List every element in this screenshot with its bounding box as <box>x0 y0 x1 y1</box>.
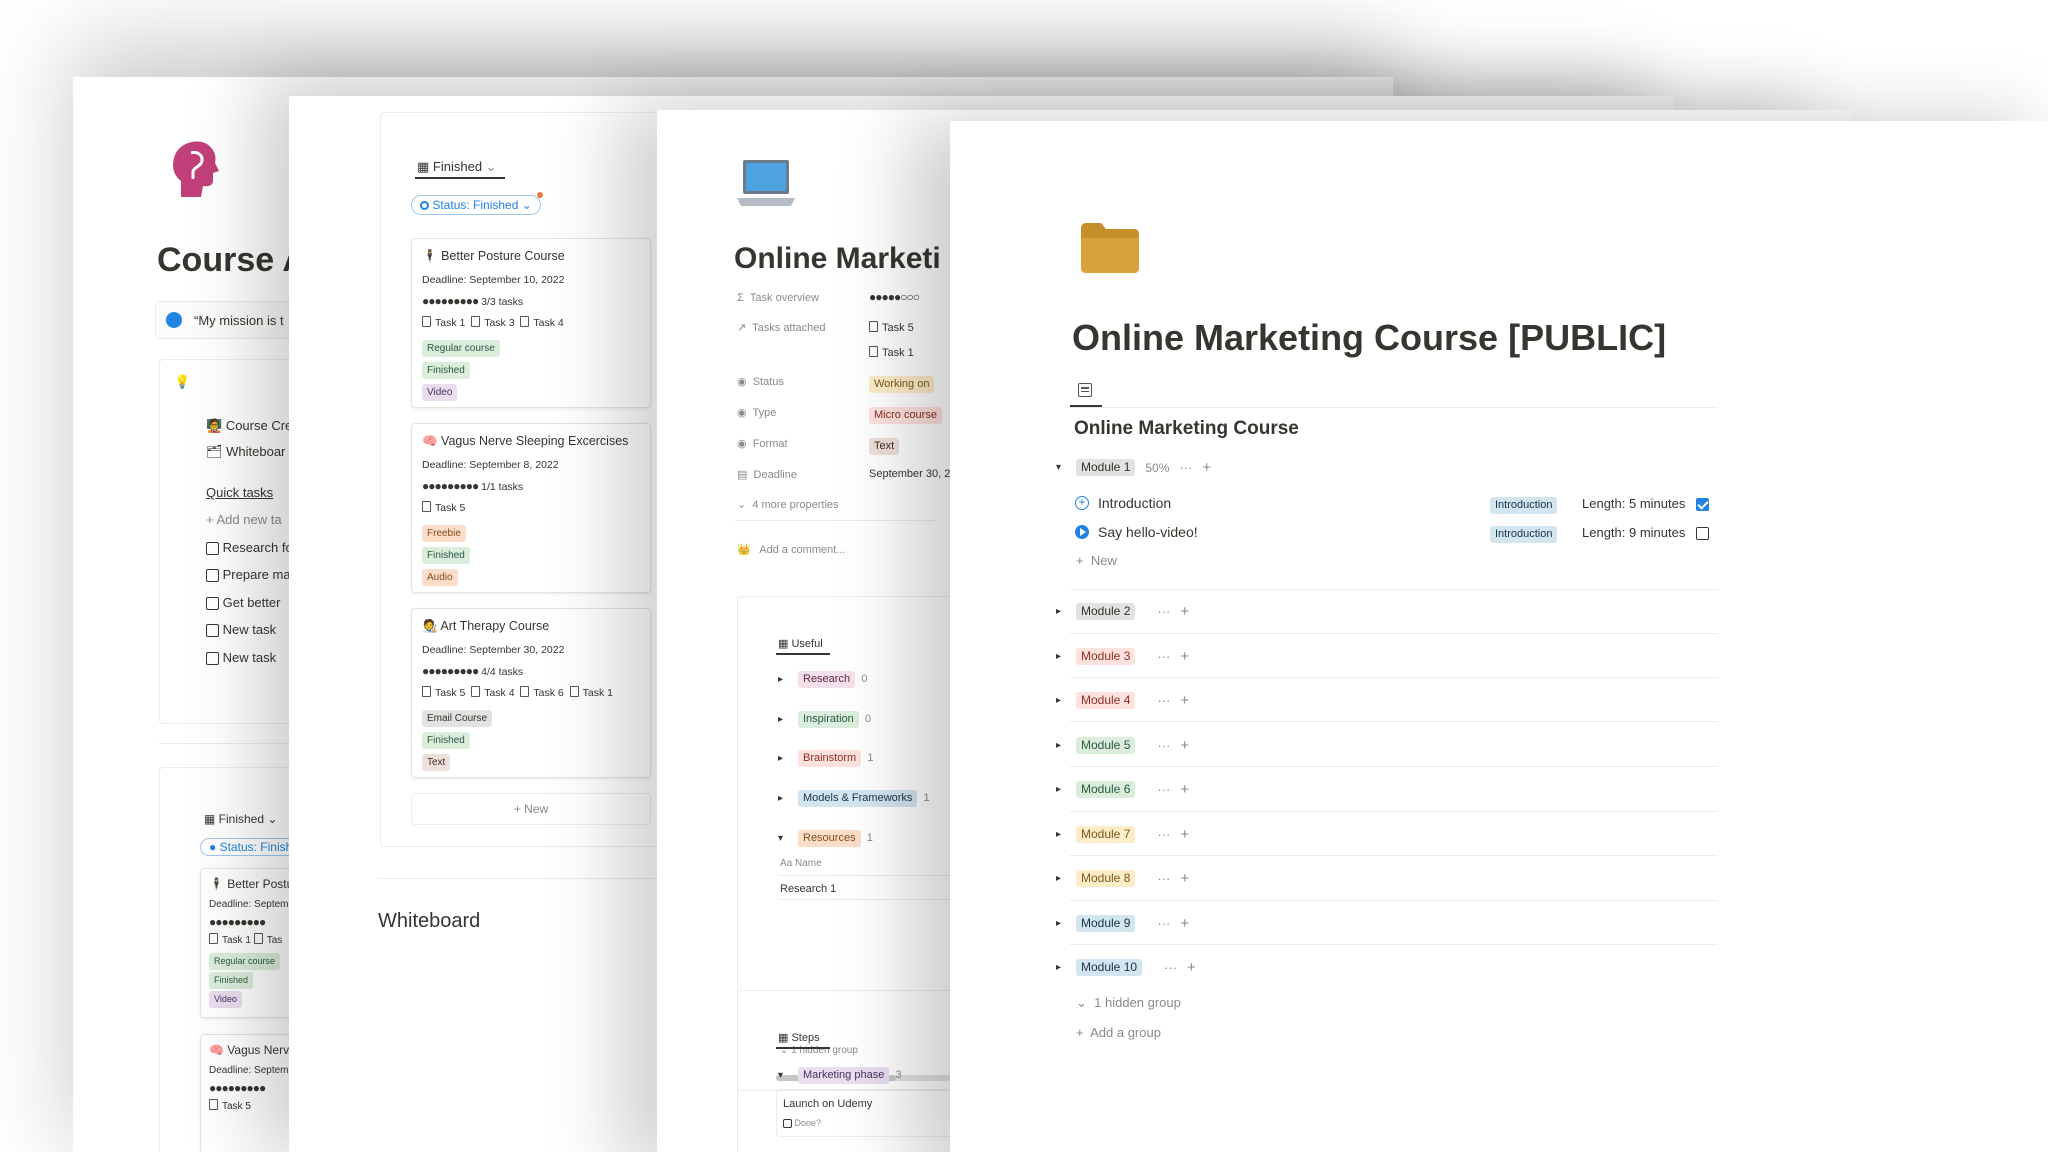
prop-task-overview: Σ Task overview <box>737 292 819 304</box>
module-group-3[interactable]: ▸ Module 3 ··· + <box>1056 646 1189 666</box>
link-course-creation[interactable]: 🧑‍🏫 Course Cre <box>206 418 292 434</box>
prop-format: ◉ Format <box>737 438 788 450</box>
lesson-done-checkbox[interactable] <box>1696 525 1709 543</box>
task-item[interactable]: Prepare ma <box>206 567 291 583</box>
prop-tasks-attached: ↗ Tasks attached <box>737 322 826 334</box>
tab-steps[interactable]: ▦ Steps <box>778 1031 820 1044</box>
board-card[interactable]: 🧠 Vagus Nerve Sleeping Excercises Deadli… <box>411 423 651 593</box>
lesson-row[interactable]: + Introduction <box>1075 495 1171 511</box>
task-item[interactable]: New task <box>206 650 276 666</box>
module-group-5[interactable]: ▸ Module 5 ··· + <box>1056 735 1189 755</box>
quick-tasks-heading: Quick tasks <box>206 485 274 500</box>
comment-input[interactable]: 👑 Add a comment... <box>737 543 845 556</box>
task-item[interactable]: Research fo <box>206 540 293 556</box>
database-title: Online Marketing Course <box>1074 418 1299 439</box>
board-view-tab[interactable]: ▦ Finished ⌄ <box>204 812 277 826</box>
module-group-8[interactable]: ▸ Module 8 ··· + <box>1056 868 1189 888</box>
laptop-icon <box>737 160 795 206</box>
module-group-10[interactable]: ▸ Module 10 ··· + <box>1056 957 1196 977</box>
table-view-icon[interactable] <box>1078 383 1092 397</box>
page-title: Course A <box>157 241 307 279</box>
module-group-7[interactable]: ▸ Module 7 ··· + <box>1056 824 1189 844</box>
board-view-tab[interactable]: ▦ Finished ⌄ <box>417 159 497 175</box>
prop-type: ◉ Type <box>737 407 777 419</box>
more-properties[interactable]: ⌄ 4 more properties <box>737 498 839 511</box>
board-card[interactable]: 🧑‍🎨 Art Therapy Course Deadline: Septemb… <box>411 608 651 778</box>
folder-icon <box>1081 223 1139 273</box>
group-marketing-phase[interactable]: ▾ Marketing phase 3 <box>778 1067 902 1084</box>
step-card[interactable]: Launch on Udemy Done? <box>776 1089 976 1137</box>
lesson-done-checkbox[interactable] <box>1696 496 1709 514</box>
new-row-button[interactable]: + New <box>1076 553 1117 568</box>
status-filter[interactable]: ● Status: Finish <box>200 838 302 856</box>
whiteboard-heading: Whiteboard <box>378 910 481 932</box>
lesson-row[interactable]: Say hello-video! <box>1075 524 1198 540</box>
prop-deadline: ▤ Deadline <box>737 469 797 481</box>
more-icon: ··· <box>1179 460 1193 475</box>
group-brainstorm[interactable]: ▸ Brainstorm 1 <box>778 750 873 767</box>
module-group-2[interactable]: ▸ Module 2 ··· + <box>1056 601 1189 621</box>
group-resources[interactable]: ▾ Resources 1 <box>778 830 873 847</box>
hidden-group-toggle[interactable]: ⌄ 1 hidden group <box>1076 995 1181 1011</box>
module-group-4[interactable]: ▸ Module 4 ··· + <box>1056 690 1189 710</box>
module-group-1[interactable]: ▾ Module 1 50% ··· + <box>1056 459 1211 476</box>
link-whiteboard[interactable]: 🗂 Whiteboar <box>206 444 285 460</box>
add-group-button[interactable]: + Add a group <box>1076 1025 1161 1040</box>
status-filter[interactable]: Status: Finished ⌄ <box>411 192 543 215</box>
table-row[interactable]: Research 1 <box>780 883 836 895</box>
head-icon <box>173 141 219 197</box>
check-circle-icon <box>166 312 182 328</box>
page-title: Online Marketing Course [PUBLIC] <box>1072 317 1667 358</box>
board-block: ▦ Finished ⌄ Status: Finished ⌄ 🕴 Better… <box>380 112 670 847</box>
group-inspiration[interactable]: ▸ Inspiration 0 <box>778 711 871 728</box>
add-task-button[interactable]: + Add new ta <box>206 512 282 527</box>
play-circle-icon <box>1075 525 1089 539</box>
board-card[interactable]: 🕴 Better Posture Course Deadline: Septem… <box>411 238 651 408</box>
prop-status: ◉ Status <box>737 376 784 388</box>
task-item[interactable]: New task <box>206 622 276 638</box>
group-models[interactable]: ▸ Models & Frameworks 1 <box>778 790 930 807</box>
page-online-marketing-public: Online Marketing Course [PUBLIC] Online … <box>950 121 2048 1152</box>
page-title: Online Marketi <box>734 242 941 275</box>
group-research[interactable]: ▸ Research 0 <box>778 671 867 688</box>
tab-useful[interactable]: ▦ Useful <box>778 637 823 650</box>
steps-block: ▦ Steps ▾ Marketing phase 3 Launch on Ude… <box>737 990 977 1152</box>
new-card-button[interactable]: + New <box>411 793 651 825</box>
module-group-6[interactable]: ▸ Module 6 ··· + <box>1056 779 1189 799</box>
module-group-9[interactable]: ▸ Module 9 ··· + <box>1056 913 1189 933</box>
task-item[interactable]: Get better <box>206 595 280 611</box>
name-column: Aa Name <box>780 858 822 869</box>
bulb-icon: 💡 <box>174 374 191 389</box>
add-icon: + <box>1202 459 1212 476</box>
plus-circle-icon: + <box>1075 496 1089 510</box>
